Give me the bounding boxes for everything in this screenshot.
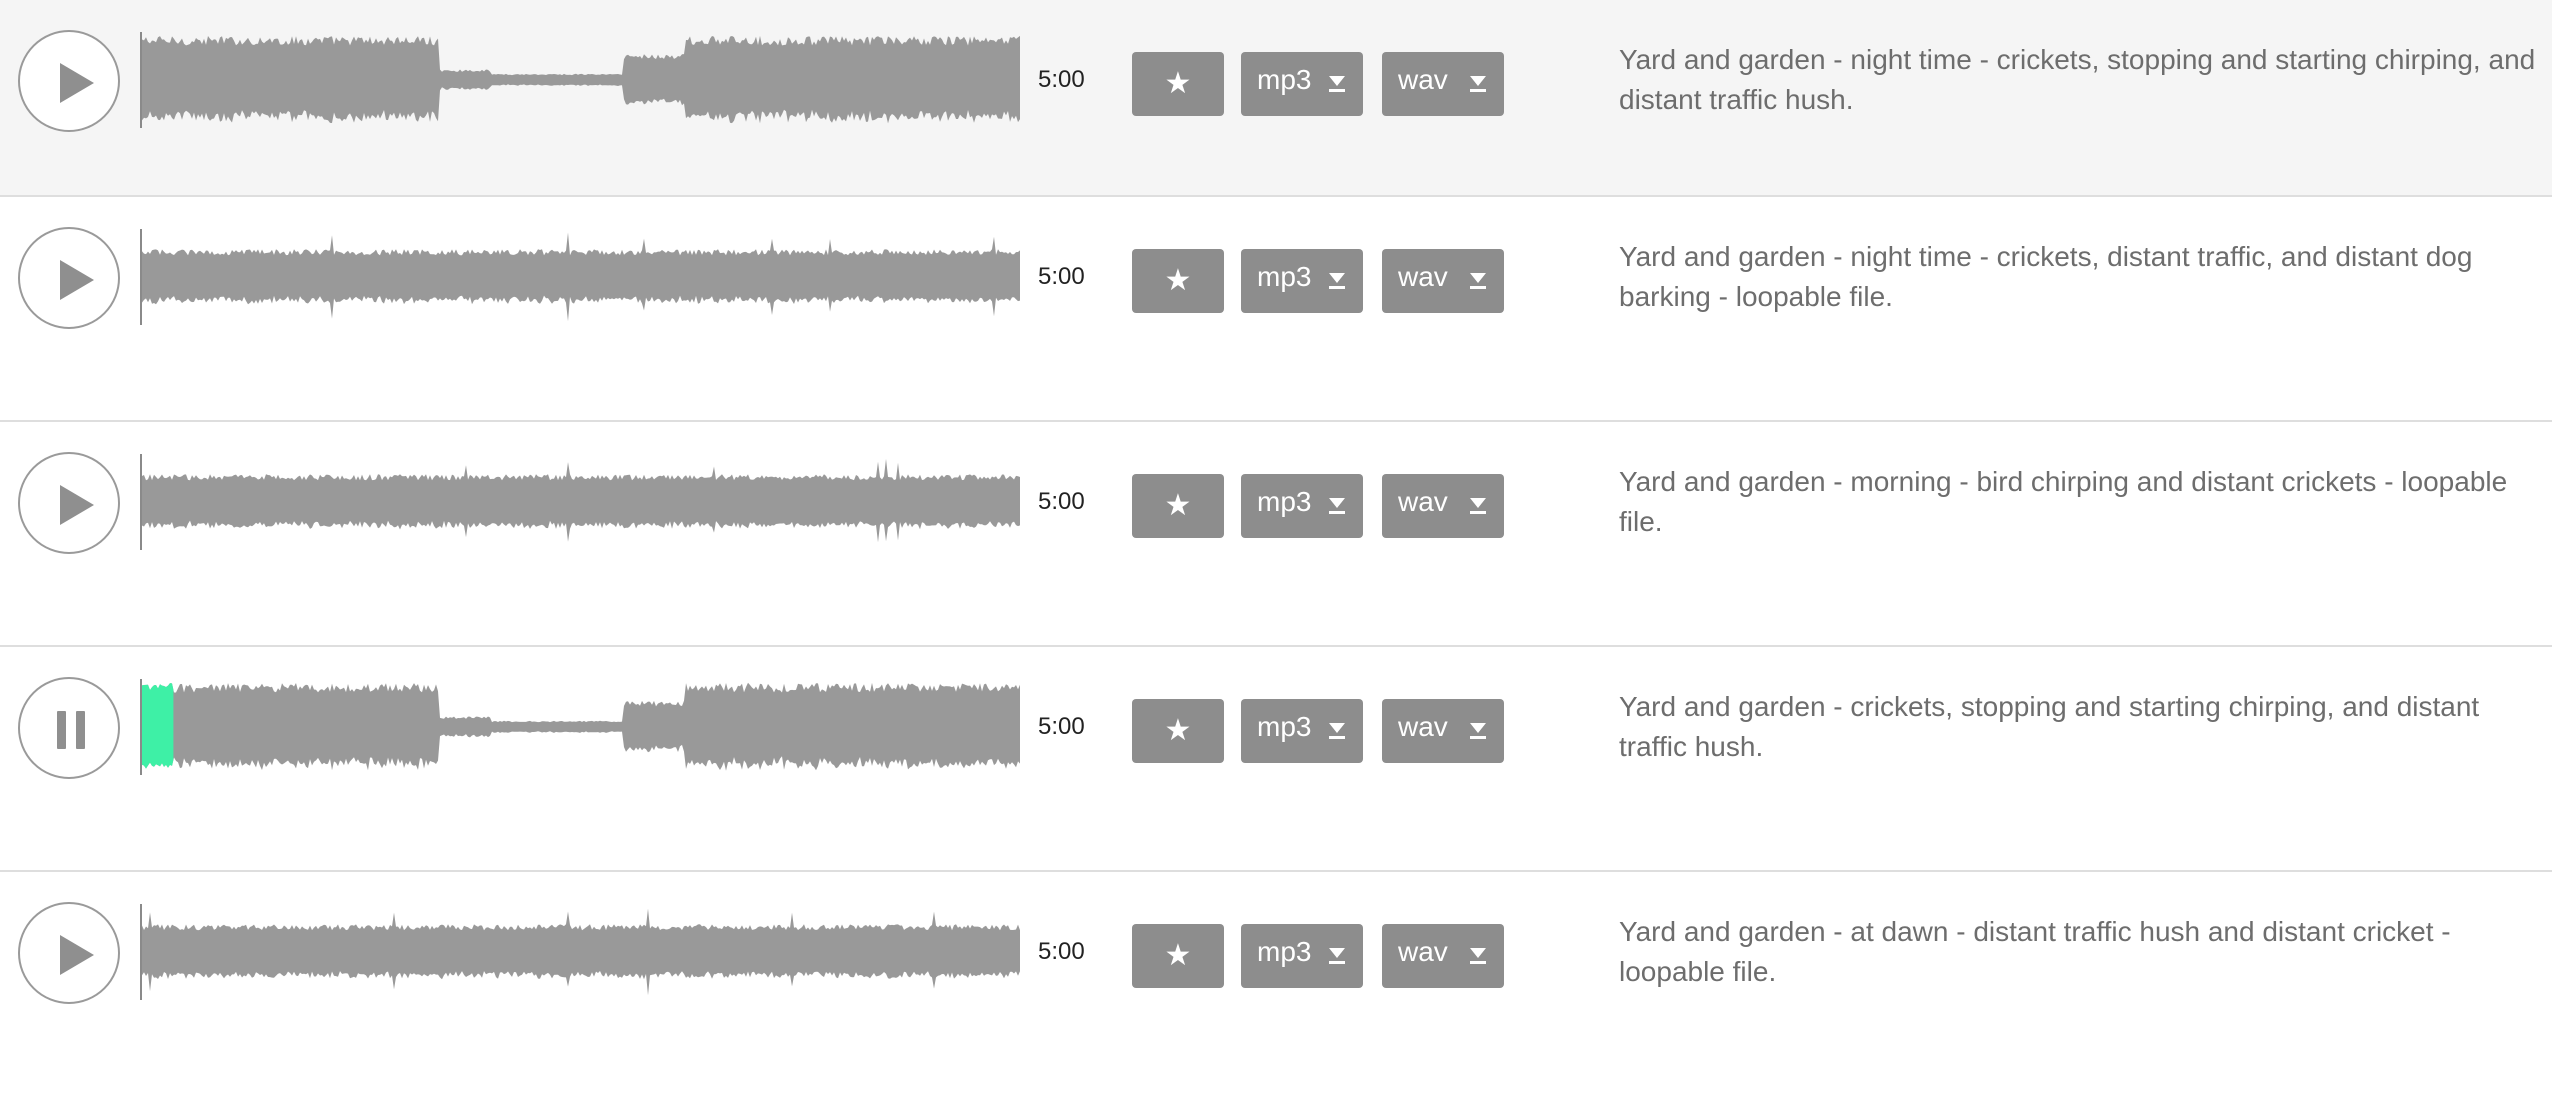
track-row: 5:00 ★ mp3 wav Yard and garden - night t… [0, 0, 2552, 197]
track-description: Yard and garden - at dawn - distant traf… [1619, 916, 2451, 987]
star-icon: ★ [1164, 67, 1192, 100]
download-mp3-button[interactable]: mp3 [1241, 249, 1363, 313]
play-button[interactable] [18, 902, 120, 1004]
track-description: Yard and garden - night time - crickets,… [1619, 241, 2473, 312]
waveform-shape [142, 908, 1020, 996]
download-wav-button[interactable]: wav [1382, 924, 1504, 988]
waveform-shape [142, 232, 1020, 322]
download-wav-label: wav [1398, 64, 1448, 95]
track-row: 5:00 ★ mp3 wav Yard and garden - at dawn… [0, 872, 2552, 1097]
play-button[interactable] [18, 452, 120, 554]
play-icon [60, 260, 94, 300]
download-arrow-icon [1329, 273, 1345, 289]
download-wav-label: wav [1398, 711, 1448, 742]
download-wav-button[interactable]: wav [1382, 52, 1504, 116]
star-icon: ★ [1164, 489, 1192, 522]
waveform[interactable] [140, 448, 1022, 556]
track-duration: 5:00 [1038, 713, 1085, 740]
track-duration: 5:00 [1038, 263, 1085, 290]
download-arrow-icon [1470, 948, 1486, 964]
track-description: Yard and garden - crickets, stopping and… [1619, 691, 2480, 762]
download-arrow-icon [1329, 76, 1345, 92]
download-wav-button[interactable]: wav [1382, 249, 1504, 313]
download-mp3-label: mp3 [1257, 486, 1312, 517]
waveform[interactable] [140, 223, 1022, 331]
play-icon [60, 63, 94, 103]
download-arrow-icon [1470, 273, 1486, 289]
track-row: 5:00 ★ mp3 wav Yard and garden - morning… [0, 422, 2552, 647]
download-mp3-label: mp3 [1257, 261, 1312, 292]
star-icon: ★ [1164, 264, 1192, 297]
download-wav-button[interactable]: wav [1382, 474, 1504, 538]
star-icon: ★ [1164, 939, 1192, 972]
waveform[interactable] [140, 26, 1022, 134]
waveform[interactable] [140, 898, 1022, 1006]
play-icon [60, 485, 94, 525]
download-mp3-button[interactable]: mp3 [1241, 699, 1363, 763]
download-arrow-icon [1329, 498, 1345, 514]
play-icon [60, 935, 94, 975]
download-arrow-icon [1470, 723, 1486, 739]
download-wav-label: wav [1398, 261, 1448, 292]
waveform-shape [142, 458, 1020, 543]
download-wav-button[interactable]: wav [1382, 699, 1504, 763]
track-duration: 5:00 [1038, 938, 1085, 965]
download-mp3-button[interactable]: mp3 [1241, 474, 1363, 538]
download-mp3-button[interactable]: mp3 [1241, 924, 1363, 988]
favorite-button[interactable]: ★ [1132, 52, 1224, 116]
pause-button[interactable] [18, 677, 120, 779]
download-wav-label: wav [1398, 936, 1448, 967]
play-button[interactable] [18, 30, 120, 132]
track-row: 5:00 ★ mp3 wav Yard and garden - night t… [0, 197, 2552, 422]
download-mp3-label: mp3 [1257, 936, 1312, 967]
waveform[interactable] [140, 673, 1022, 781]
download-mp3-label: mp3 [1257, 64, 1312, 95]
favorite-button[interactable]: ★ [1132, 249, 1224, 313]
pause-icon [57, 711, 85, 749]
track-description: Yard and garden - night time - crickets,… [1619, 44, 2536, 115]
play-button[interactable] [18, 227, 120, 329]
track-description: Yard and garden - morning - bird chirpin… [1619, 466, 2508, 537]
track-duration: 5:00 [1038, 488, 1085, 515]
favorite-button[interactable]: ★ [1132, 924, 1224, 988]
favorite-button[interactable]: ★ [1132, 474, 1224, 538]
waveform-shape [142, 682, 1020, 771]
download-mp3-label: mp3 [1257, 711, 1312, 742]
download-arrow-icon [1470, 498, 1486, 514]
star-icon: ★ [1164, 714, 1192, 747]
track-row: 5:00 ★ mp3 wav Yard and garden - cricket… [0, 647, 2552, 872]
download-arrow-icon [1329, 723, 1345, 739]
waveform-shape [142, 35, 1020, 124]
download-mp3-button[interactable]: mp3 [1241, 52, 1363, 116]
download-wav-label: wav [1398, 486, 1448, 517]
favorite-button[interactable]: ★ [1132, 699, 1224, 763]
download-arrow-icon [1470, 76, 1486, 92]
download-arrow-icon [1329, 948, 1345, 964]
track-duration: 5:00 [1038, 66, 1085, 93]
